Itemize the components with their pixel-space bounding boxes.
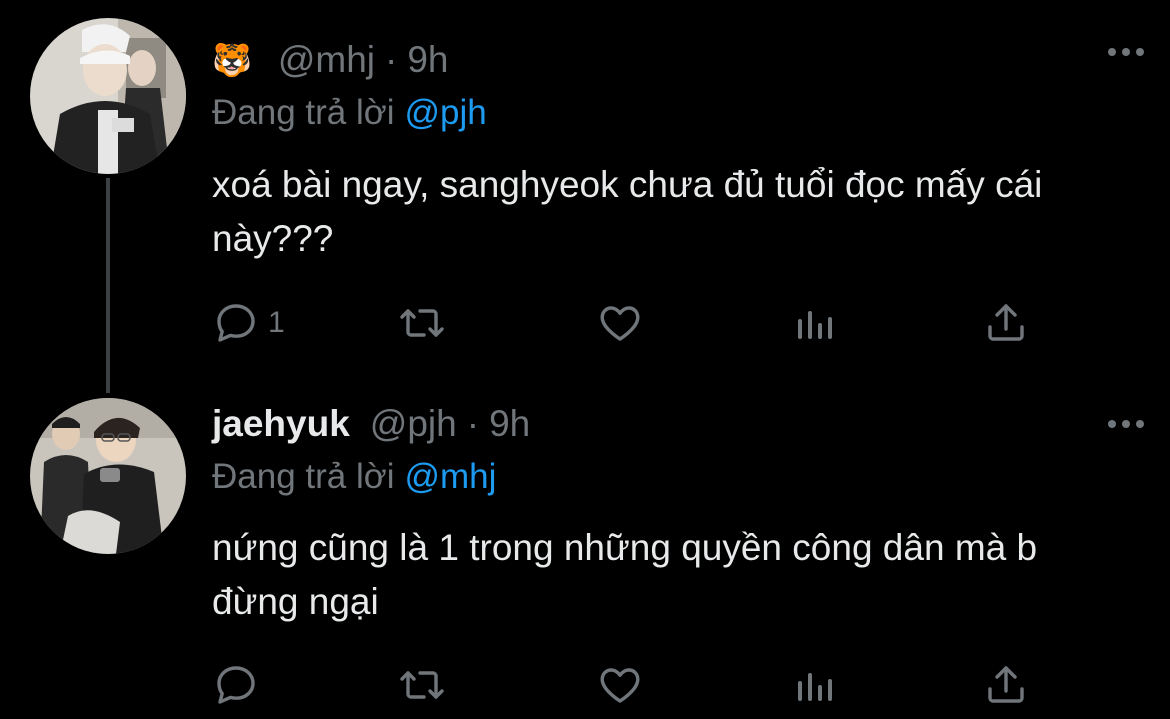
share-icon bbox=[988, 666, 1024, 703]
separator-dot: · bbox=[385, 39, 398, 80]
tweet[interactable]: 🐯 @mhj · 9h Đang trả lời @pjh xoá bài nga… bbox=[0, 0, 1170, 372]
replying-to-mention[interactable]: @mhj bbox=[404, 457, 496, 496]
share-button[interactable] bbox=[982, 298, 1030, 348]
user-handle[interactable]: @pjh bbox=[370, 402, 457, 446]
tweet-text: xoá bài ngay, sanghyeok chưa đủ tuổi đọc… bbox=[212, 164, 1043, 259]
views-button[interactable] bbox=[790, 660, 838, 710]
user-handle[interactable]: @mhj bbox=[278, 38, 375, 82]
tweet-text: nứng cũng là 1 trong những quyền công dâ… bbox=[212, 527, 1038, 622]
reply-icon bbox=[217, 666, 255, 704]
tweet-actions: 1 bbox=[212, 298, 1032, 348]
reply-button[interactable]: 1 bbox=[212, 298, 285, 348]
retweet-icon bbox=[400, 309, 444, 337]
replying-to-label: Đang trả lời bbox=[212, 93, 395, 132]
replying-to: Đang trả lời @pjh bbox=[212, 92, 487, 134]
tweet[interactable]: jaehyuk @pjh · 9h Đang trả lời @mhj nứng … bbox=[0, 386, 1170, 719]
like-button[interactable] bbox=[596, 660, 644, 710]
like-icon bbox=[600, 306, 640, 341]
replying-to-label: Đang trả lời bbox=[212, 457, 395, 496]
tweet-header: 🐯 @mhj · 9h bbox=[212, 38, 449, 82]
more-icon[interactable] bbox=[1108, 48, 1144, 56]
timestamp[interactable]: 9h bbox=[407, 38, 448, 82]
retweet-icon bbox=[400, 671, 444, 699]
timestamp[interactable]: 9h bbox=[489, 402, 530, 446]
reply-count: 1 bbox=[268, 306, 285, 339]
views-icon bbox=[798, 673, 832, 701]
like-icon bbox=[600, 668, 640, 703]
replying-to: Đang trả lời @mhj bbox=[212, 456, 496, 498]
tweet-actions bbox=[212, 660, 1032, 710]
reply-button[interactable] bbox=[212, 660, 268, 710]
views-icon bbox=[798, 311, 832, 339]
share-button[interactable] bbox=[982, 660, 1030, 710]
tweet-header: jaehyuk @pjh · 9h bbox=[212, 402, 530, 446]
display-name[interactable]: 🐯 bbox=[212, 38, 252, 82]
replying-to-mention[interactable]: @pjh bbox=[404, 93, 486, 132]
avatar[interactable] bbox=[30, 398, 186, 554]
avatar[interactable] bbox=[30, 18, 186, 174]
retweet-button[interactable] bbox=[398, 298, 446, 348]
retweet-button[interactable] bbox=[398, 660, 446, 710]
share-icon bbox=[988, 304, 1024, 341]
like-button[interactable] bbox=[596, 298, 644, 348]
reply-icon bbox=[217, 304, 255, 342]
more-icon[interactable] bbox=[1108, 420, 1144, 428]
display-name[interactable]: jaehyuk bbox=[212, 402, 350, 446]
views-button[interactable] bbox=[790, 298, 838, 348]
separator-dot: · bbox=[466, 403, 480, 444]
